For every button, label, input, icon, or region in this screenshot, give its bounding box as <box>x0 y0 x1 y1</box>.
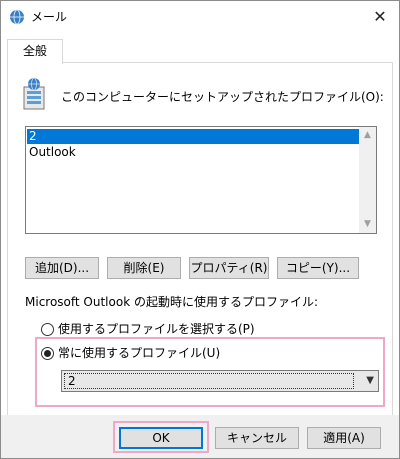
copy-profile-button[interactable]: コピー(Y)... <box>277 257 359 279</box>
tab-general[interactable]: 全般 <box>7 39 63 64</box>
always-profile-value: 2 <box>64 373 354 389</box>
mail-dialog: メール ✕ 全般 このコンピューターにセットアップされたプロファイル(O): 2… <box>0 0 400 459</box>
radio-always-profile[interactable] <box>41 347 54 360</box>
profiles-label: このコンピューターにセットアップされたプロファイル(O): <box>61 90 384 104</box>
radio-always-label[interactable]: 常に使用するプロファイル(U) <box>58 345 220 361</box>
profiles-listbox[interactable]: 2 Outlook ▲ ▼ <box>25 126 377 234</box>
scroll-down-icon[interactable]: ▼ <box>359 216 376 233</box>
add-profile-button[interactable]: 追加(D)... <box>25 257 99 279</box>
apply-button[interactable]: 適用(A) <box>307 427 381 449</box>
delete-profile-button[interactable]: 削除(E) <box>107 257 181 279</box>
always-profile-select[interactable]: 2 ▼ <box>61 370 379 392</box>
profile-list-item[interactable]: 2 <box>27 129 359 144</box>
chevron-down-icon[interactable]: ▼ <box>366 374 374 388</box>
mail-app-icon <box>10 9 24 25</box>
ok-button[interactable]: OK <box>119 427 203 449</box>
scroll-up-icon[interactable]: ▲ <box>359 127 376 144</box>
cancel-button[interactable]: キャンセル <box>215 427 299 449</box>
profile-server-icon <box>23 77 45 110</box>
radio-prompt-label[interactable]: 使用するプロファイルを選択する(P) <box>58 321 255 337</box>
window-title: メール <box>31 10 68 24</box>
properties-button[interactable]: プロパティ(R) <box>189 257 269 279</box>
radio-prompt-profile[interactable] <box>41 323 54 336</box>
profile-list-item[interactable]: Outlook <box>27 145 359 160</box>
listbox-scrollbar[interactable]: ▲ ▼ <box>359 127 376 233</box>
close-icon[interactable]: ✕ <box>365 3 395 31</box>
title-bar: メール ✕ <box>1 1 399 33</box>
startup-label: Microsoft Outlook の起動時に使用するプロファイル: <box>25 295 319 309</box>
